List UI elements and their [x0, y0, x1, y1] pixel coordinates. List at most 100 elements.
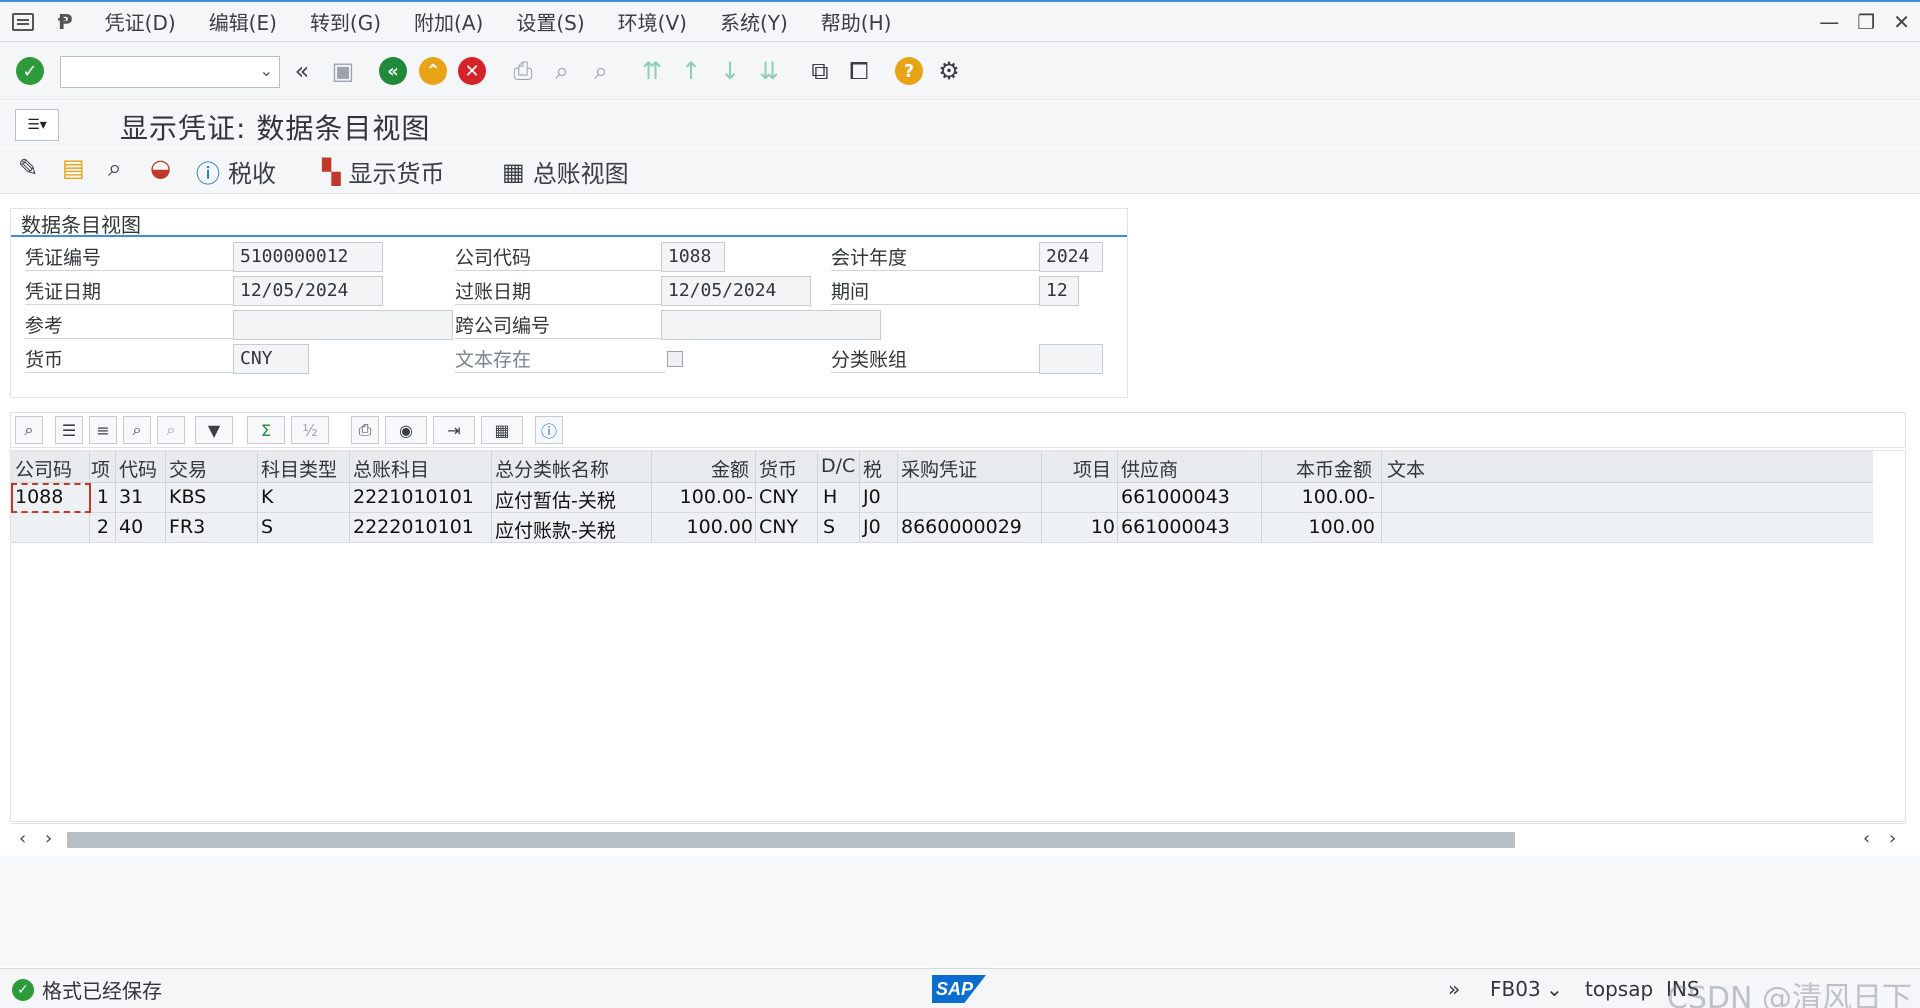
col-vendor[interactable]: 供应商	[1121, 455, 1178, 482]
col-item[interactable]: 项	[91, 455, 110, 482]
col-purchase-doc[interactable]: 采购凭证	[901, 455, 977, 482]
menu-document[interactable]: 凭证(D)	[105, 7, 176, 36]
col-company-code[interactable]: 公司码	[15, 455, 72, 482]
layout-settings-button[interactable]: ⚙	[934, 56, 964, 86]
expand-status-icon[interactable]: »	[1448, 977, 1460, 1001]
menu-help[interactable]: 帮助(H)	[821, 7, 892, 36]
new-session-button[interactable]: ⧉	[805, 56, 835, 86]
table-row[interactable]: 1088 1 31 KBS K 2221010101 应付暂估-关税 100.0…	[11, 483, 1873, 513]
scrollbar-thumb[interactable]	[67, 832, 1515, 848]
col-text[interactable]: 文本	[1387, 455, 1425, 482]
scroll-right-icon[interactable]: ›	[45, 828, 52, 849]
print-preview-button[interactable]: ⎙	[351, 416, 379, 444]
menu-toggle-button[interactable]: ☰▾	[15, 109, 59, 141]
filter-button[interactable]: ▼	[195, 416, 233, 444]
col-dc[interactable]: D/C	[821, 455, 855, 477]
menu-edit[interactable]: 编辑(E)	[209, 7, 277, 36]
customize-icon[interactable]: Ᵽ	[58, 10, 73, 34]
col-transaction[interactable]: 交易	[169, 455, 207, 482]
transaction-code[interactable]: FB03	[1490, 977, 1541, 1001]
table-row[interactable]: 2 40 FR3 S 2222010101 应付账款-关税 100.00 CNY…	[11, 513, 1873, 543]
find-next-grid-button[interactable]: ⌕	[157, 416, 185, 444]
chevron-down-icon[interactable]: ⌄	[260, 61, 273, 80]
ledger-group-field[interactable]	[1039, 344, 1103, 374]
document-overview-button[interactable]: ⌕	[108, 154, 121, 182]
post-date-field[interactable]: 12/05/2024	[661, 276, 811, 306]
navigate-back-button[interactable]: «	[287, 56, 317, 86]
period-field[interactable]: 12	[1039, 276, 1079, 306]
views-button[interactable]: ◉	[385, 416, 427, 444]
details-button[interactable]: ⌕	[15, 416, 43, 444]
first-page-icon: ⇈	[641, 57, 663, 85]
exit-button[interactable]: ⌃	[418, 56, 448, 86]
column-divider	[755, 451, 756, 543]
text-exists-checkbox[interactable]	[667, 351, 683, 367]
cell-dc: H	[823, 486, 838, 508]
back-button[interactable]: «	[378, 56, 408, 86]
menu-settings[interactable]: 设置(S)	[516, 7, 584, 36]
col-posting-key[interactable]: 代码	[119, 455, 157, 482]
col-amount[interactable]: 金额	[711, 455, 749, 482]
fiscal-year-field[interactable]: 2024	[1039, 242, 1103, 272]
display-change-button[interactable]: ✎	[18, 154, 38, 182]
print-button[interactable]: ⎙	[508, 56, 538, 86]
tax-button[interactable]: ⓘ 税收	[196, 154, 276, 189]
menu-goto[interactable]: 转到(G)	[310, 7, 381, 36]
find-next-button[interactable]: ⌕	[586, 56, 616, 86]
subtotal-button[interactable]: ½	[291, 416, 329, 444]
currency-field[interactable]: CNY	[233, 344, 309, 374]
find-button[interactable]: ⌕	[547, 56, 577, 86]
horizontal-scrollbar[interactable]: ‹ › ‹ ›	[11, 823, 1907, 853]
info-grid-button[interactable]: ⓘ	[535, 416, 563, 444]
next-page-button[interactable]: ↓	[715, 56, 745, 86]
doc-no-field[interactable]: 5100000012	[233, 242, 383, 272]
menu-environment[interactable]: 环境(V)	[618, 7, 687, 36]
scroll-left-icon[interactable]: ‹	[19, 828, 26, 849]
scroll-left-end-icon[interactable]: ‹	[1863, 828, 1870, 849]
system-dropdown-icon[interactable]: ⌄	[1546, 977, 1563, 1001]
first-page-button[interactable]: ⇈	[637, 56, 667, 86]
gl-view-button[interactable]: ▦ 总账视图	[502, 154, 629, 189]
close-icon[interactable]: ✕	[1893, 10, 1910, 34]
other-document-button[interactable]: ▤	[62, 154, 85, 182]
standard-toolbar: ✓ ⌄ « ▣ « ⌃ ✕ ⎙ ⌕ ⌕ ⇈ ↑ ↓ ⇊ ⧉ ⧠ ? ⚙	[0, 42, 1920, 100]
show-currency-button[interactable]: ▚ 显示货币	[322, 154, 444, 189]
menu-extras[interactable]: 附加(A)	[414, 7, 483, 36]
col-gl-name[interactable]: 总分类帐名称	[495, 455, 609, 482]
hat-icon: ◒	[150, 154, 171, 182]
save-button[interactable]: ▣	[328, 56, 358, 86]
exit-icon: ⌃	[419, 57, 447, 85]
hat-button[interactable]: ◒	[150, 154, 171, 182]
cell-po-item: 10	[1090, 516, 1115, 538]
scroll-right-end-icon[interactable]: ›	[1889, 828, 1896, 849]
sort-descending-button[interactable]: ≡	[89, 416, 117, 444]
prev-page-button[interactable]: ↑	[676, 56, 706, 86]
sap-menu-icon[interactable]	[12, 12, 34, 31]
help-button[interactable]: ?	[894, 56, 924, 86]
enter-button[interactable]: ✓	[15, 56, 45, 86]
find-grid-button[interactable]: ⌕	[123, 416, 151, 444]
menu-system[interactable]: 系统(Y)	[720, 7, 788, 36]
cancel-button[interactable]: ✕	[457, 56, 487, 86]
total-button[interactable]: Σ	[247, 416, 285, 444]
sort-ascending-button[interactable]: ☰	[55, 416, 83, 444]
shortcut-button[interactable]: ⧠	[844, 56, 874, 86]
col-local-amount[interactable]: 本币金额	[1296, 455, 1372, 482]
col-currency[interactable]: 货币	[759, 455, 797, 482]
reference-field[interactable]	[233, 310, 453, 340]
export-button[interactable]: ⇥	[433, 416, 475, 444]
cross-company-field[interactable]	[661, 310, 881, 340]
post-date-label: 过账日期	[455, 277, 665, 305]
company-code-field[interactable]: 1088	[661, 242, 725, 272]
doc-date-field[interactable]: 12/05/2024	[233, 276, 383, 306]
menu-bar: Ᵽ 凭证(D) 编辑(E) 转到(G) 附加(A) 设置(S) 环境(V) 系统…	[0, 0, 1920, 42]
last-page-button[interactable]: ⇊	[754, 56, 784, 86]
col-po-item[interactable]: 项目	[1073, 455, 1111, 482]
layout-button[interactable]: ▦	[481, 416, 523, 444]
col-gl-account[interactable]: 总账科目	[353, 455, 429, 482]
minimize-icon[interactable]: —	[1819, 10, 1839, 34]
command-field[interactable]: ⌄	[60, 56, 280, 88]
col-tax[interactable]: 税	[863, 455, 882, 482]
restore-icon[interactable]: ❐	[1857, 10, 1875, 34]
col-account-type[interactable]: 科目类型	[261, 455, 337, 482]
